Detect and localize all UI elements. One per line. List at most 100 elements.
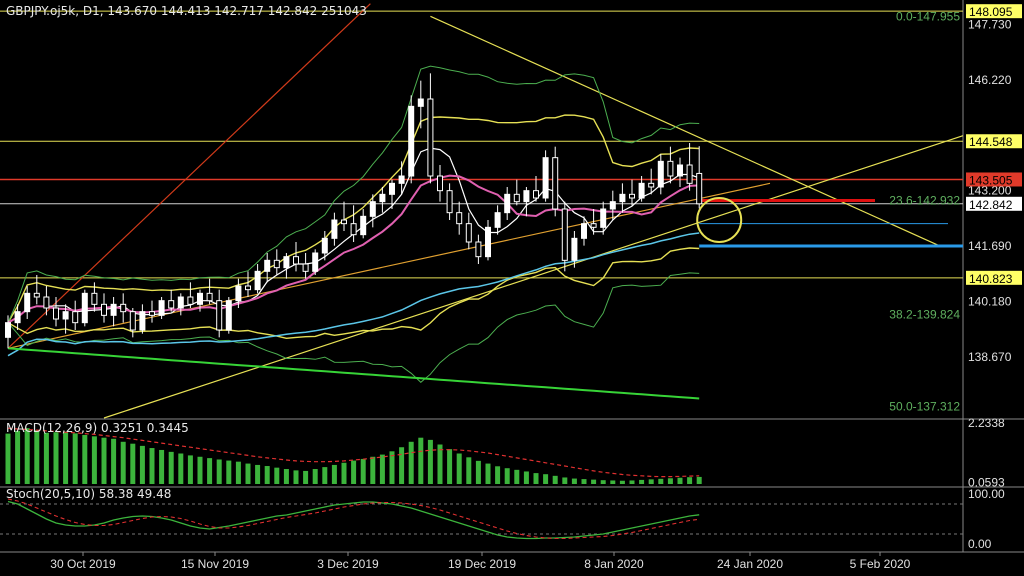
macd-bar	[15, 430, 21, 484]
macd-bar	[360, 458, 366, 484]
macd-bar	[207, 458, 213, 484]
macd-bar	[34, 430, 40, 484]
candle-body	[264, 259, 271, 272]
macd-bar	[216, 459, 222, 484]
macd-bar	[120, 441, 126, 484]
candle-body	[561, 208, 568, 261]
candle-body	[168, 300, 175, 309]
candle-body	[590, 223, 597, 228]
macd-bar	[72, 433, 78, 484]
candle-body	[350, 223, 357, 236]
macd-bar	[264, 466, 270, 484]
macd-bar	[255, 464, 261, 484]
candle-body	[389, 182, 395, 195]
fib-label: 38.2-139.824	[889, 307, 960, 321]
candle-body	[302, 263, 309, 272]
price-tick-label: 141.690	[968, 239, 1012, 253]
macd-bar	[427, 439, 433, 484]
candle-body	[91, 292, 98, 305]
candle-body	[158, 300, 165, 316]
price-tick-label: 138.670	[968, 350, 1012, 364]
candle-body	[677, 164, 683, 177]
macd-bar	[293, 470, 299, 484]
macd-bar	[245, 463, 251, 484]
macd-bar	[418, 437, 424, 484]
candle-body	[197, 292, 203, 305]
candle-body	[33, 292, 40, 298]
candle-body	[369, 201, 376, 217]
macd-bar	[466, 457, 472, 484]
candle-body	[129, 311, 136, 331]
candle-body	[5, 322, 11, 338]
macd-bar	[552, 475, 558, 484]
macd-bar	[351, 460, 357, 484]
macd-bar	[504, 468, 510, 484]
stoch-tick-label: 0.00	[968, 537, 992, 551]
candle-body	[331, 219, 338, 239]
candle-body	[581, 223, 587, 239]
candle-body	[657, 160, 664, 188]
macd-bar	[399, 447, 405, 484]
macd-bar	[639, 479, 645, 484]
stoch-tick-label: 100.00	[968, 487, 1005, 501]
candle-body	[513, 193, 520, 203]
candle-body	[110, 303, 117, 316]
candle-body	[638, 182, 645, 199]
candle-body	[312, 252, 319, 272]
price-tick-label: 147.730	[968, 18, 1012, 32]
macd-bar	[485, 463, 491, 484]
macd-bar	[130, 443, 136, 484]
candle-body	[235, 285, 242, 302]
candle-body	[619, 193, 626, 203]
candle-body	[533, 190, 539, 199]
date-label: 15 Nov 2019	[181, 557, 249, 571]
candle-body	[475, 241, 482, 258]
macd-bar	[379, 454, 385, 484]
candle-body	[273, 259, 280, 269]
price-label-text: 140.823	[969, 272, 1013, 286]
candle-body	[408, 105, 415, 177]
macd-bar	[591, 479, 597, 484]
macd-bar	[168, 451, 174, 484]
macd-bar	[495, 466, 501, 484]
candle-body	[686, 164, 693, 184]
candle-body	[609, 201, 616, 210]
macd-bar	[274, 467, 280, 484]
macd-bar	[24, 428, 30, 484]
macd-bar	[43, 432, 49, 484]
stoch-label: Stoch(20,5,10) 58.38 49.48	[6, 487, 172, 501]
macd-bar	[456, 453, 462, 484]
macd-bar	[610, 480, 616, 484]
candle-body	[379, 193, 386, 203]
candle-body	[321, 237, 328, 254]
candle-body	[283, 256, 290, 269]
candle-body	[600, 208, 607, 228]
candle-body	[72, 311, 79, 324]
candle-body	[81, 292, 88, 324]
candle-body	[187, 296, 194, 305]
candle-body	[24, 292, 31, 313]
candle-body	[696, 172, 703, 205]
macd-bar	[687, 477, 693, 484]
candle-body	[53, 307, 59, 320]
candle-body	[571, 237, 578, 261]
macd-bar	[283, 469, 289, 484]
price-label-text: 144.548	[969, 135, 1013, 149]
macd-bar	[447, 449, 453, 484]
candle-body	[504, 193, 511, 214]
macd-bar	[5, 433, 11, 484]
candle-body	[629, 193, 635, 199]
candle-body	[43, 296, 50, 309]
macd-bar	[312, 469, 318, 484]
macd-bar	[475, 460, 481, 484]
date-label: 19 Dec 2019	[448, 557, 516, 571]
macd-bar	[619, 480, 625, 484]
macd-bar	[562, 477, 568, 484]
candle-body	[437, 175, 443, 192]
candle-body	[216, 300, 223, 331]
candle-body	[225, 300, 232, 331]
macd-bar	[197, 456, 203, 484]
macd-bar	[322, 467, 328, 484]
candle-body	[139, 311, 146, 331]
macd-bar	[63, 431, 69, 484]
